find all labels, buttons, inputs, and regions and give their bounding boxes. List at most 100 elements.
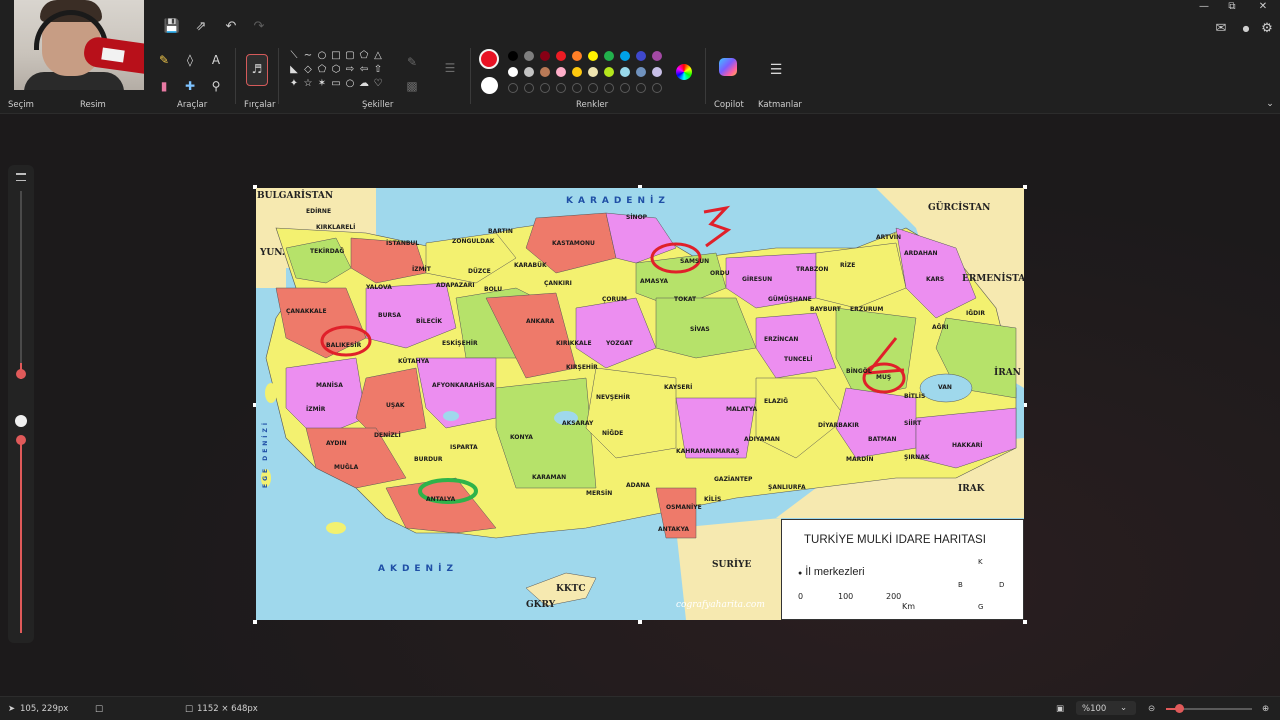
eraser-icon[interactable]: ▮ bbox=[156, 78, 172, 94]
copilot-icon[interactable] bbox=[719, 58, 737, 76]
color-swatch[interactable] bbox=[572, 51, 582, 61]
color-swatch[interactable] bbox=[604, 51, 614, 61]
six-point-star-shape-icon[interactable]: ✶ bbox=[316, 78, 328, 90]
rectangle-shape-icon[interactable]: □ bbox=[330, 50, 342, 62]
custom-color-slot[interactable] bbox=[572, 83, 582, 93]
polygon-shape-icon[interactable]: ⬠ bbox=[358, 50, 370, 62]
layers-icon[interactable]: ☰ bbox=[768, 62, 784, 78]
shape-fill-icon[interactable]: ▩ bbox=[404, 78, 420, 94]
color-swatch[interactable] bbox=[556, 67, 566, 77]
zoom-dropdown[interactable]: %100 ⌄ bbox=[1076, 701, 1136, 715]
group-label-image[interactable]: Resim bbox=[80, 100, 106, 110]
ribbon-collapse-chevron-icon[interactable]: ⌄ bbox=[1262, 96, 1278, 112]
triangle-shape-icon[interactable]: △ bbox=[372, 50, 384, 62]
province-label: KARABÜK bbox=[514, 262, 547, 269]
custom-color-slot[interactable] bbox=[540, 83, 550, 93]
shapes-expand-icon[interactable]: ☰ bbox=[442, 60, 458, 76]
color-swatch[interactable] bbox=[652, 67, 662, 77]
color-swatch[interactable] bbox=[524, 67, 534, 77]
undo-icon[interactable]: ↶ bbox=[222, 18, 240, 36]
opacity-slider-fill[interactable] bbox=[20, 437, 22, 633]
opacity-slider-thumb[interactable] bbox=[16, 435, 26, 445]
group-label-brushes[interactable]: Fırçalar bbox=[244, 100, 276, 110]
color-swatch[interactable] bbox=[588, 67, 598, 77]
fit-to-window-icon[interactable]: ▣ bbox=[1056, 704, 1064, 714]
four-point-star-shape-icon[interactable]: ✦ bbox=[288, 78, 300, 90]
group-label-selection[interactable]: Seçim bbox=[8, 100, 34, 110]
minimize-icon[interactable]: — bbox=[1192, 0, 1216, 14]
brush-button[interactable]: ♬ bbox=[246, 54, 268, 86]
text-icon[interactable]: A bbox=[208, 52, 224, 68]
province-label: GAZİANTEP bbox=[714, 476, 753, 483]
zoom-out-icon[interactable]: ⊝ bbox=[1148, 704, 1155, 714]
magnifier-icon[interactable]: ⚲ bbox=[208, 78, 224, 94]
diamond-shape-icon[interactable]: ◇ bbox=[302, 64, 314, 76]
settings-gear-icon[interactable]: ⚙ bbox=[1258, 20, 1276, 38]
resize-handle[interactable] bbox=[253, 620, 257, 624]
color-swatch[interactable] bbox=[556, 51, 566, 61]
custom-color-slot[interactable] bbox=[508, 83, 518, 93]
heart-shape-icon[interactable]: ♡ bbox=[372, 78, 384, 90]
account-icon[interactable]: ● bbox=[1237, 20, 1255, 38]
star-shape-icon[interactable]: ☆ bbox=[302, 78, 314, 90]
color-swatch[interactable] bbox=[652, 51, 662, 61]
primary-color-swatch[interactable] bbox=[479, 49, 499, 69]
right-triangle-shape-icon[interactable]: ◣ bbox=[288, 64, 300, 76]
custom-color-slot[interactable] bbox=[652, 83, 662, 93]
outline-icon[interactable]: ✎ bbox=[404, 54, 420, 70]
curve-shape-icon[interactable]: ∼ bbox=[302, 50, 314, 62]
right-arrow-shape-icon[interactable]: ⇨ bbox=[344, 64, 356, 76]
color-swatch[interactable] bbox=[524, 51, 534, 61]
custom-color-slot[interactable] bbox=[636, 83, 646, 93]
size-slider-track[interactable] bbox=[20, 191, 22, 371]
color-swatch[interactable] bbox=[604, 67, 614, 77]
restore-icon[interactable]: ⧉ bbox=[1220, 0, 1244, 14]
up-arrow-shape-icon[interactable]: ⇧ bbox=[372, 64, 384, 76]
pencil-icon[interactable]: ✎ bbox=[156, 52, 172, 68]
color-swatch[interactable] bbox=[508, 51, 518, 61]
color-swatch[interactable] bbox=[540, 67, 550, 77]
pentagon-shape-icon[interactable]: ⬠ bbox=[316, 64, 328, 76]
custom-color-slot[interactable] bbox=[604, 83, 614, 93]
scale-label: 200 bbox=[886, 592, 902, 601]
size-slider-thumb[interactable] bbox=[16, 369, 26, 379]
color-swatch[interactable] bbox=[508, 67, 518, 77]
custom-color-slot[interactable] bbox=[524, 83, 534, 93]
custom-color-slot[interactable] bbox=[620, 83, 630, 93]
hexagon-shape-icon[interactable]: ⬡ bbox=[330, 64, 342, 76]
color-swatch[interactable] bbox=[620, 51, 630, 61]
fill-bucket-icon[interactable]: ◊ bbox=[182, 52, 198, 68]
resize-handle[interactable] bbox=[638, 620, 642, 624]
custom-color-slot[interactable] bbox=[556, 83, 566, 93]
cloud-callout-shape-icon[interactable]: ☁ bbox=[358, 78, 370, 90]
rounded-rectangle-shape-icon[interactable]: ▢ bbox=[344, 50, 356, 62]
rounded-callout-shape-icon[interactable]: ▭ bbox=[330, 78, 342, 90]
secondary-color-swatch[interactable] bbox=[481, 77, 498, 94]
share-icon[interactable]: ⇗ bbox=[192, 18, 210, 36]
zoom-in-icon[interactable]: ⊕ bbox=[1262, 704, 1269, 714]
close-icon[interactable]: ✕ bbox=[1251, 0, 1275, 14]
color-swatch[interactable] bbox=[572, 67, 582, 77]
country-label: SURİYE bbox=[712, 560, 752, 570]
color-picker-icon[interactable]: ✚ bbox=[182, 78, 198, 94]
left-arrow-shape-icon[interactable]: ⇦ bbox=[358, 64, 370, 76]
color-swatch[interactable] bbox=[540, 51, 550, 61]
oval-callout-shape-icon[interactable]: ○ bbox=[344, 78, 356, 90]
group-label-layers[interactable]: Katmanlar bbox=[758, 100, 802, 110]
custom-color-slot[interactable] bbox=[588, 83, 598, 93]
notifications-icon[interactable]: ✉ bbox=[1212, 20, 1230, 38]
edit-colors-icon[interactable] bbox=[676, 64, 692, 80]
sea-label-black-sea: KARADENİZ bbox=[566, 196, 670, 206]
redo-icon[interactable]: ↷ bbox=[250, 18, 268, 36]
oval-shape-icon[interactable]: ○ bbox=[316, 50, 328, 62]
save-icon[interactable]: 💾 bbox=[163, 18, 181, 36]
group-label-copilot[interactable]: Copilot bbox=[714, 100, 744, 110]
color-swatch[interactable] bbox=[620, 67, 630, 77]
turkey-map-canvas[interactable]: KARADENİZ AKDENİZ EGE DENİZİ BULGARİSTAN… bbox=[256, 188, 1024, 620]
zoom-slider-thumb[interactable] bbox=[1175, 704, 1184, 713]
line-shape-icon[interactable]: ⟍ bbox=[288, 50, 300, 62]
color-swatch[interactable] bbox=[636, 67, 646, 77]
resize-handle[interactable] bbox=[1023, 620, 1027, 624]
color-swatch[interactable] bbox=[588, 51, 598, 61]
color-swatch[interactable] bbox=[636, 51, 646, 61]
